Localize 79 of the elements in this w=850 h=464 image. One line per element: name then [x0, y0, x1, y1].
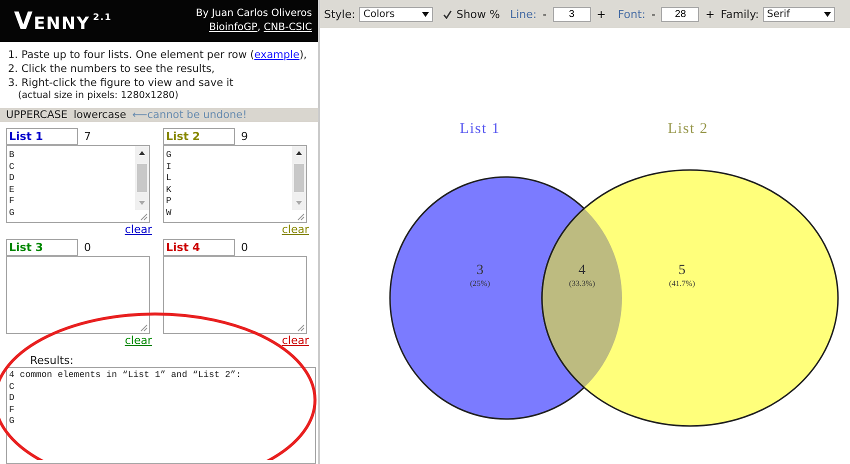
font-size-field[interactable]: 28: [661, 6, 700, 22]
list-item-text: E: [9, 184, 16, 196]
list-item-text: F: [9, 196, 16, 208]
show-percent-label: Show %: [456, 8, 500, 20]
count-text: 0: [241, 241, 248, 254]
resize-grip-icon[interactable]: [297, 213, 305, 221]
count-text: 7: [84, 130, 91, 143]
result-line-text: F: [9, 404, 16, 416]
line-width-field[interactable]: 3: [552, 6, 591, 22]
family-label: Family:: [720, 8, 759, 20]
increase-button[interactable]: +: [594, 8, 608, 20]
list-item-text: I: [166, 162, 172, 173]
result-line-text: 4 common elements in “List 1” and “List 2”:: [9, 370, 242, 382]
list-item-text: K: [166, 184, 172, 196]
list-name-field[interactable]: List 3: [6, 239, 78, 256]
resize-grip-icon[interactable]: [140, 213, 148, 221]
list-item-text: D: [9, 173, 16, 184]
list-item-text: G: [9, 208, 16, 219]
author-text: By Juan Carlos Oliveros: [196, 7, 312, 21]
app-title: Venny$^{2.1}$: [14, 7, 112, 35]
clear-link[interactable]: clear: [124, 223, 152, 236]
instruction-text: 3. Right-click the figure to view and save it: [8, 76, 234, 90]
line-label: Line:: [510, 8, 537, 20]
instruction-text: (actual size in pixels: 1280x1280): [17, 90, 180, 102]
count-text: 9: [241, 130, 248, 143]
list-item-text: P: [166, 196, 172, 208]
resize-grip-icon[interactable]: [140, 324, 148, 332]
decrease-button[interactable]: -: [540, 8, 549, 20]
list-name-field[interactable]: List 4: [163, 239, 235, 256]
warning-text: ⟵cannot be undone!: [132, 109, 247, 121]
style-dropdown[interactable]: Colors: [359, 6, 434, 22]
result-line-text: C: [9, 382, 16, 393]
family-dropdown[interactable]: Serif: [763, 6, 835, 22]
list-item-text: L: [166, 173, 172, 184]
list-item-text: W: [166, 208, 172, 219]
set-label: List 2: [668, 121, 708, 137]
list-textarea[interactable]: B C D E F G: [6, 145, 150, 223]
list-name-field[interactable]: List 2: [163, 128, 235, 145]
instruction-text: 1. Paste up to four lists. One element per row (example),: [8, 48, 308, 62]
show-percent-checkbox[interactable]: [443, 10, 452, 18]
results-label: Results:: [29, 353, 74, 367]
count-text: 0: [84, 241, 91, 254]
example-link[interactable]: example: [254, 49, 300, 61]
header-link[interactable]: CNB-CSIC: [264, 22, 312, 33]
venn-diagram-drawing[interactable]: [389, 169, 839, 427]
region-count[interactable]: 5: [678, 263, 686, 278]
decrease-button[interactable]: -: [649, 8, 658, 20]
header-link[interactable]: BioinfoGP: [209, 22, 258, 33]
caret-icon: [422, 12, 430, 16]
scrollbar-icon[interactable]: [135, 146, 149, 210]
font-label: Font:: [618, 8, 646, 20]
region-percent: (33.3%): [569, 279, 595, 288]
list-item-text: B: [9, 150, 16, 162]
increase-button[interactable]: +: [703, 8, 717, 20]
separator-text: ,: [257, 22, 261, 33]
list-textarea[interactable]: [6, 256, 150, 334]
list-item-text: C: [9, 162, 16, 173]
instruction-text: 2. Click the numbers to see the results,: [8, 62, 216, 76]
results-textarea[interactable]: 4 common elements in “List 1” and “List 2”: C D F G: [6, 367, 316, 464]
list-textarea[interactable]: [163, 256, 307, 334]
scrollbar-icon[interactable]: [292, 146, 306, 210]
lowercase-link[interactable]: lowercase: [74, 109, 126, 121]
result-line-text: G: [9, 416, 16, 428]
style-label: Style:: [324, 8, 356, 20]
clear-link[interactable]: clear: [282, 334, 309, 347]
region-count[interactable]: 4: [578, 263, 586, 278]
region-percent: (41.7%): [669, 279, 695, 288]
clear-link[interactable]: clear: [282, 223, 309, 236]
result-line-text: D: [9, 393, 16, 404]
clear-link[interactable]: clear: [124, 334, 152, 347]
region-count[interactable]: 3: [476, 263, 484, 278]
region-percent: (25%): [470, 279, 490, 288]
resize-grip-icon[interactable]: [297, 324, 305, 332]
uppercase-link[interactable]: UPPERCASE: [6, 109, 68, 121]
caret-icon: [824, 12, 831, 16]
list-textarea[interactable]: G I L K P W: [163, 145, 307, 223]
list-name-field[interactable]: List 1: [6, 128, 78, 145]
set-label: List 1: [460, 121, 500, 137]
list-item-text: G: [166, 150, 172, 162]
